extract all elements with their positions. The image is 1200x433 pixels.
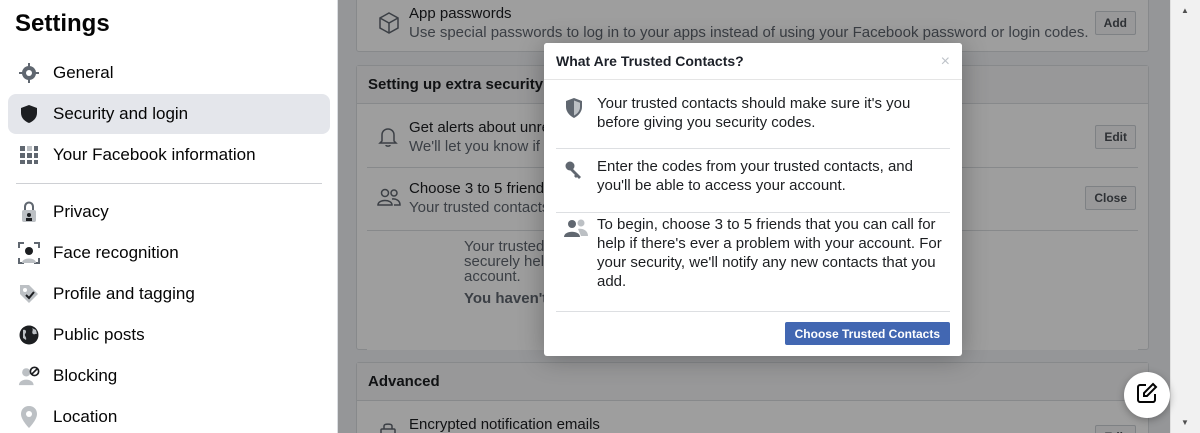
sidebar-item-public-posts[interactable]: Public posts <box>8 315 330 355</box>
sidebar-item-label: Face recognition <box>53 243 179 262</box>
compose-icon <box>1136 382 1158 409</box>
sidebar-item-profile-tagging[interactable]: Profile and tagging <box>8 274 330 314</box>
sidebar-item-label: Public posts <box>53 325 145 344</box>
page-scrollbar[interactable]: ▲ ▼ <box>1170 0 1200 433</box>
sidebar-item-location[interactable]: Location <box>8 397 330 433</box>
sidebar-item-label: Blocking <box>53 366 118 385</box>
sidebar-item-label: Profile and tagging <box>53 284 195 303</box>
dialog-item-text: To begin, choose 3 to 5 friends that you… <box>597 216 942 290</box>
tag-icon <box>18 283 40 305</box>
location-pin-icon <box>18 406 40 428</box>
block-person-icon <box>18 365 40 387</box>
dialog-item: Enter the codes from your trusted contac… <box>556 157 950 213</box>
gear-icon <box>18 62 40 84</box>
face-scan-icon <box>18 242 40 264</box>
dialog-item: To begin, choose 3 to 5 friends that you… <box>556 214 950 312</box>
shield-icon <box>564 97 586 119</box>
sidebar-item-security[interactable]: Security and login <box>8 94 330 134</box>
globe-icon <box>18 324 40 346</box>
dialog-title: What Are Trusted Contacts? <box>544 43 962 80</box>
dialog-item-text: Your trusted contacts should make sure i… <box>597 95 911 131</box>
page-title: Settings <box>15 10 110 37</box>
key-icon <box>564 160 586 182</box>
sidebar-item-privacy[interactable]: Privacy <box>8 192 330 232</box>
people-icon <box>564 218 588 240</box>
grid-icon <box>18 144 40 166</box>
sidebar-item-label: Security and login <box>53 104 189 123</box>
shield-icon <box>18 103 40 125</box>
sidebar-item-label: General <box>53 63 114 82</box>
sidebar-item-blocking[interactable]: Blocking <box>8 356 330 396</box>
settings-sidebar: Settings General Security and login Your… <box>0 0 338 433</box>
new-message-button[interactable] <box>1124 372 1170 418</box>
sidebar-item-face-recognition[interactable]: Face recognition <box>8 233 330 273</box>
dialog-item: Your trusted contacts should make sure i… <box>556 94 950 149</box>
sidebar-divider <box>16 183 322 184</box>
sidebar-item-general[interactable]: General <box>8 53 330 93</box>
sidebar-item-label: Location <box>53 407 118 426</box>
trusted-contacts-dialog: What Are Trusted Contacts? × Your truste… <box>544 43 962 356</box>
close-icon[interactable]: × <box>941 53 950 71</box>
scroll-up-icon[interactable]: ▲ <box>1181 6 1189 15</box>
choose-trusted-contacts-button[interactable]: Choose Trusted Contacts <box>784 322 950 345</box>
dialog-item-text: Enter the codes from your trusted contac… <box>597 158 913 194</box>
sidebar-item-label: Privacy <box>53 202 109 221</box>
sidebar-item-label: Your Facebook information <box>53 145 256 164</box>
sidebar-item-facebook-info[interactable]: Your Facebook information <box>8 135 330 175</box>
scroll-down-icon[interactable]: ▼ <box>1181 418 1189 427</box>
lock-person-icon <box>18 201 40 223</box>
